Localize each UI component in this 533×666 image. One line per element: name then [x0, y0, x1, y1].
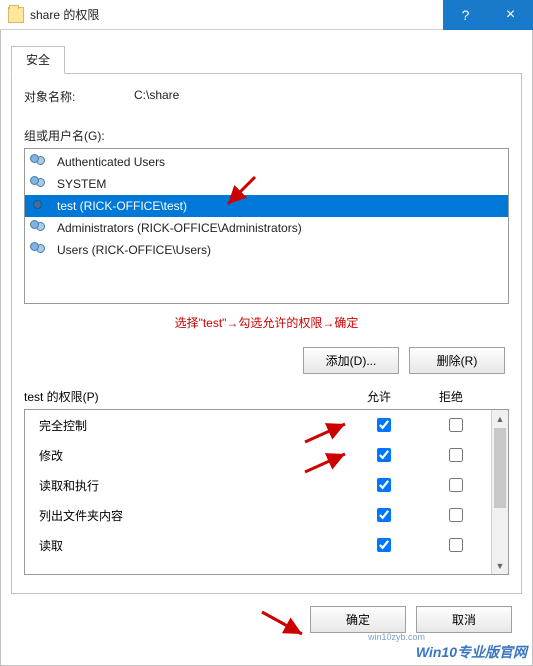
- add-button[interactable]: 添加(D)...: [303, 347, 399, 374]
- client-area: 安全 对象名称: C:\share 组或用户名(G): Authenticate…: [0, 30, 533, 666]
- perm-deny-checkbox[interactable]: [449, 538, 463, 552]
- perm-row-label: 完全控制: [25, 417, 347, 434]
- perm-row-label: 读取: [25, 537, 347, 554]
- hint-text: 选择"test"→勾选允许的权限→确定: [24, 314, 509, 331]
- list-item-label: test (RICK-OFFICE\test): [57, 199, 187, 213]
- perm-deny-checkbox[interactable]: [449, 478, 463, 492]
- users-icon: [29, 176, 53, 192]
- footer-buttons: 确定 取消: [11, 594, 522, 645]
- perm-row: 完全控制: [25, 410, 491, 440]
- perm-row: 读取和执行: [25, 470, 491, 500]
- object-label: 对象名称:: [24, 88, 134, 105]
- watermark: Win10专业版官网: [416, 642, 527, 662]
- scrollbar[interactable]: ▲ ▼: [491, 410, 508, 574]
- perm-col-allow: 允许: [343, 388, 415, 405]
- list-item[interactable]: Authenticated Users: [25, 151, 508, 173]
- perm-allow-checkbox[interactable]: [377, 418, 391, 432]
- perm-header-label: test 的权限(P): [24, 388, 343, 405]
- scroll-down-icon[interactable]: ▼: [492, 557, 508, 574]
- user-icon: [29, 198, 53, 214]
- groups-listbox[interactable]: Authenticated Users SYSTEM test (RICK-OFFI…: [24, 148, 509, 304]
- users-icon: [29, 220, 53, 236]
- perm-row: 列出文件夹内容: [25, 500, 491, 530]
- folder-icon: [8, 7, 24, 23]
- perm-allow-checkbox[interactable]: [377, 478, 391, 492]
- perm-row-label: 修改: [25, 447, 347, 464]
- list-item[interactable]: Users (RICK-OFFICE\Users): [25, 239, 508, 261]
- users-icon: [29, 242, 53, 258]
- groups-label: 组或用户名(G):: [24, 127, 509, 144]
- list-item-label: SYSTEM: [57, 177, 106, 191]
- perm-deny-checkbox[interactable]: [449, 418, 463, 432]
- scroll-thumb[interactable]: [494, 428, 506, 508]
- perm-row: 读取: [25, 530, 491, 560]
- tab-body: 对象名称: C:\share 组或用户名(G): Authenticated U…: [11, 74, 522, 594]
- perm-row-label: 列出文件夹内容: [25, 507, 347, 524]
- perm-row: 修改: [25, 440, 491, 470]
- list-item[interactable]: Administrators (RICK-OFFICE\Administrato…: [25, 217, 508, 239]
- list-item-label: Authenticated Users: [57, 155, 165, 169]
- list-item-label: Administrators (RICK-OFFICE\Administrato…: [57, 221, 302, 235]
- tab-security[interactable]: 安全: [11, 46, 65, 74]
- perm-col-deny: 拒绝: [415, 388, 487, 405]
- group-buttons: 添加(D)... 删除(R): [24, 347, 505, 374]
- tab-strip: 安全: [11, 46, 522, 74]
- users-icon: [29, 154, 53, 170]
- perm-row-label: 读取和执行: [25, 477, 347, 494]
- window-title: share 的权限: [30, 6, 443, 23]
- perm-allow-checkbox[interactable]: [377, 508, 391, 522]
- perm-list: 完全控制修改读取和执行列出文件夹内容读取: [25, 410, 491, 574]
- watermark-url: win10zyb.com: [368, 632, 425, 642]
- perm-box: 完全控制修改读取和执行列出文件夹内容读取 ▲ ▼: [24, 409, 509, 575]
- remove-button[interactable]: 删除(R): [409, 347, 505, 374]
- object-value: C:\share: [134, 88, 179, 105]
- list-item[interactable]: test (RICK-OFFICE\test): [25, 195, 508, 217]
- help-button[interactable]: ?: [443, 0, 488, 30]
- ok-button[interactable]: 确定: [310, 606, 406, 633]
- perm-header: test 的权限(P) 允许 拒绝: [24, 388, 509, 405]
- perm-allow-checkbox[interactable]: [377, 538, 391, 552]
- object-row: 对象名称: C:\share: [24, 88, 509, 105]
- perm-allow-checkbox[interactable]: [377, 448, 391, 462]
- list-item[interactable]: SYSTEM: [25, 173, 508, 195]
- close-button[interactable]: ×: [488, 0, 533, 30]
- perm-deny-checkbox[interactable]: [449, 448, 463, 462]
- scroll-up-icon[interactable]: ▲: [492, 410, 508, 427]
- list-item-label: Users (RICK-OFFICE\Users): [57, 243, 211, 257]
- perm-deny-checkbox[interactable]: [449, 508, 463, 522]
- titlebar: share 的权限 ? ×: [0, 0, 533, 30]
- cancel-button[interactable]: 取消: [416, 606, 512, 633]
